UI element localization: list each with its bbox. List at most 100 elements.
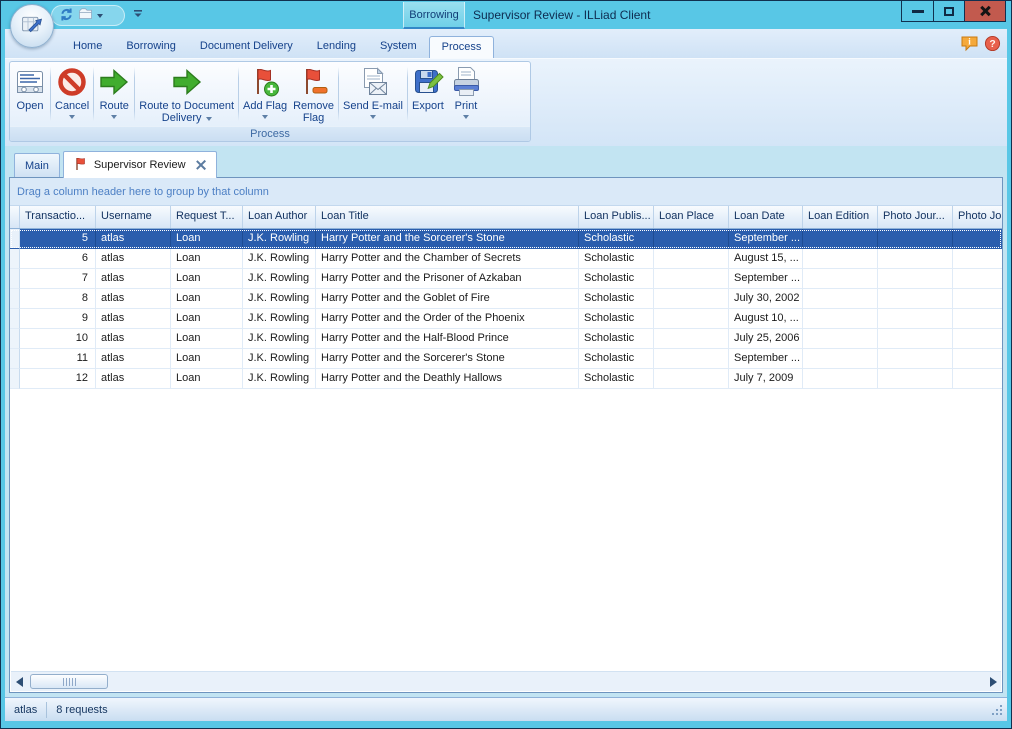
ribbon-tab-document-delivery[interactable]: Document Delivery xyxy=(188,36,305,58)
table-cell[interactable]: 5 xyxy=(20,229,96,249)
table-cell[interactable] xyxy=(953,329,1002,349)
table-cell[interactable]: J.K. Rowling xyxy=(243,369,316,389)
table-cell[interactable] xyxy=(878,349,953,369)
horizontal-scrollbar[interactable] xyxy=(11,671,1001,691)
table-cell[interactable]: J.K. Rowling xyxy=(243,269,316,289)
table-cell[interactable] xyxy=(953,249,1002,269)
table-cell[interactable]: Harry Potter and the Prisoner of Azkaban xyxy=(316,269,579,289)
table-cell[interactable]: Loan xyxy=(171,229,243,249)
table-cell[interactable]: Loan xyxy=(171,369,243,389)
table-cell[interactable] xyxy=(803,309,878,329)
table-cell[interactable]: atlas xyxy=(96,269,171,289)
table-cell[interactable] xyxy=(654,249,729,269)
table-cell[interactable] xyxy=(803,349,878,369)
table-cell[interactable]: Loan xyxy=(171,289,243,309)
table-cell[interactable] xyxy=(654,329,729,349)
table-cell[interactable]: atlas xyxy=(96,349,171,369)
column-header-5[interactable]: Loan Title xyxy=(316,206,579,228)
table-cell[interactable]: August 15, ... xyxy=(729,249,803,269)
column-header-3[interactable]: Request T... xyxy=(171,206,243,228)
table-cell[interactable]: J.K. Rowling xyxy=(243,229,316,249)
tab-supervisor-review[interactable]: Supervisor Review xyxy=(63,151,217,178)
table-cell[interactable]: J.K. Rowling xyxy=(243,289,316,309)
table-cell[interactable] xyxy=(953,349,1002,369)
table-cell[interactable]: Loan xyxy=(171,349,243,369)
table-cell[interactable]: J.K. Rowling xyxy=(243,309,316,329)
table-cell[interactable] xyxy=(803,229,878,249)
route-button[interactable]: Route xyxy=(95,64,133,124)
table-cell[interactable]: July 7, 2009 xyxy=(729,369,803,389)
table-cell[interactable]: 10 xyxy=(20,329,96,349)
column-header-10[interactable]: Photo Jour... xyxy=(878,206,953,228)
table-cell[interactable]: 7 xyxy=(20,269,96,289)
table-cell[interactable]: Harry Potter and the Chamber of Secrets xyxy=(316,249,579,269)
table-cell[interactable]: atlas xyxy=(96,249,171,269)
resize-grip-icon[interactable] xyxy=(991,704,1003,716)
table-cell[interactable] xyxy=(953,229,1002,249)
chevron-down-icon[interactable] xyxy=(97,14,103,18)
table-cell[interactable]: 6 xyxy=(20,249,96,269)
table-cell[interactable]: Scholastic xyxy=(579,329,654,349)
table-cell[interactable] xyxy=(953,289,1002,309)
ribbon-tab-borrowing[interactable]: Borrowing xyxy=(114,36,188,58)
table-cell[interactable]: atlas xyxy=(96,229,171,249)
column-header-1[interactable]: Transactio... xyxy=(20,206,96,228)
column-header-7[interactable]: Loan Place xyxy=(654,206,729,228)
table-cell[interactable] xyxy=(953,369,1002,389)
table-cell[interactable]: Scholastic xyxy=(579,309,654,329)
table-cell[interactable] xyxy=(878,369,953,389)
refresh-icon[interactable] xyxy=(59,7,74,25)
table-cell[interactable]: Harry Potter and the Order of the Phoeni… xyxy=(316,309,579,329)
table-cell[interactable]: August 10, ... xyxy=(729,309,803,329)
table-cell[interactable] xyxy=(654,269,729,289)
table-row[interactable]: 8atlasLoanJ.K. RowlingHarry Potter and t… xyxy=(10,289,1002,309)
column-header-8[interactable]: Loan Date xyxy=(729,206,803,228)
table-cell[interactable]: Scholastic xyxy=(579,229,654,249)
maximize-button[interactable] xyxy=(933,1,964,21)
table-cell[interactable]: atlas xyxy=(96,309,171,329)
table-cell[interactable]: Scholastic xyxy=(579,269,654,289)
ribbon-tab-home[interactable]: Home xyxy=(61,36,114,58)
column-header-2[interactable]: Username xyxy=(96,206,171,228)
table-cell[interactable]: Scholastic xyxy=(579,249,654,269)
table-cell[interactable]: Harry Potter and the Half-Blood Prince xyxy=(316,329,579,349)
ribbon-tab-lending[interactable]: Lending xyxy=(305,36,368,58)
table-cell[interactable] xyxy=(803,369,878,389)
table-cell[interactable]: Loan xyxy=(171,309,243,329)
table-row[interactable]: 6atlasLoanJ.K. RowlingHarry Potter and t… xyxy=(10,249,1002,269)
tab-close-icon[interactable] xyxy=(196,160,206,170)
open-button[interactable]: Open xyxy=(11,64,49,124)
table-cell[interactable] xyxy=(878,309,953,329)
table-cell[interactable] xyxy=(878,249,953,269)
close-button[interactable] xyxy=(964,1,1005,21)
scroll-right-button[interactable] xyxy=(985,673,1001,691)
scrollbar-thumb[interactable] xyxy=(30,674,108,689)
table-cell[interactable]: September ... xyxy=(729,229,803,249)
table-row[interactable]: 11atlasLoanJ.K. RowlingHarry Potter and … xyxy=(10,349,1002,369)
table-cell[interactable]: July 25, 2006 xyxy=(729,329,803,349)
title-bar[interactable]: Borrowing Supervisor Review - ILLiad Cli… xyxy=(1,1,1011,29)
contextual-tab-group-label[interactable]: Borrowing xyxy=(403,2,465,29)
send-email-button[interactable]: Send E-mail xyxy=(340,64,406,124)
table-cell[interactable] xyxy=(654,369,729,389)
table-cell[interactable] xyxy=(803,269,878,289)
table-cell[interactable]: atlas xyxy=(96,289,171,309)
table-cell[interactable]: J.K. Rowling xyxy=(243,349,316,369)
tab-main[interactable]: Main xyxy=(14,153,60,177)
column-header-11[interactable]: Photo Jo xyxy=(953,206,1002,228)
table-row[interactable]: 5atlasLoanJ.K. RowlingHarry Potter and t… xyxy=(10,229,1002,249)
table-cell[interactable]: September ... xyxy=(729,349,803,369)
minimize-button[interactable] xyxy=(902,1,933,21)
table-cell[interactable]: Scholastic xyxy=(579,289,654,309)
table-cell[interactable]: Loan xyxy=(171,269,243,289)
route-to-document-delivery-button[interactable]: Route to DocumentDelivery xyxy=(136,64,237,124)
table-cell[interactable] xyxy=(803,289,878,309)
table-cell[interactable]: 11 xyxy=(20,349,96,369)
table-cell[interactable]: J.K. Rowling xyxy=(243,249,316,269)
table-cell[interactable]: atlas xyxy=(96,329,171,349)
table-cell[interactable] xyxy=(654,349,729,369)
table-row[interactable]: 10atlasLoanJ.K. RowlingHarry Potter and … xyxy=(10,329,1002,349)
table-row[interactable]: 7atlasLoanJ.K. RowlingHarry Potter and t… xyxy=(10,269,1002,289)
qat-overflow-icon[interactable] xyxy=(133,9,143,22)
application-menu-button[interactable] xyxy=(10,4,54,48)
